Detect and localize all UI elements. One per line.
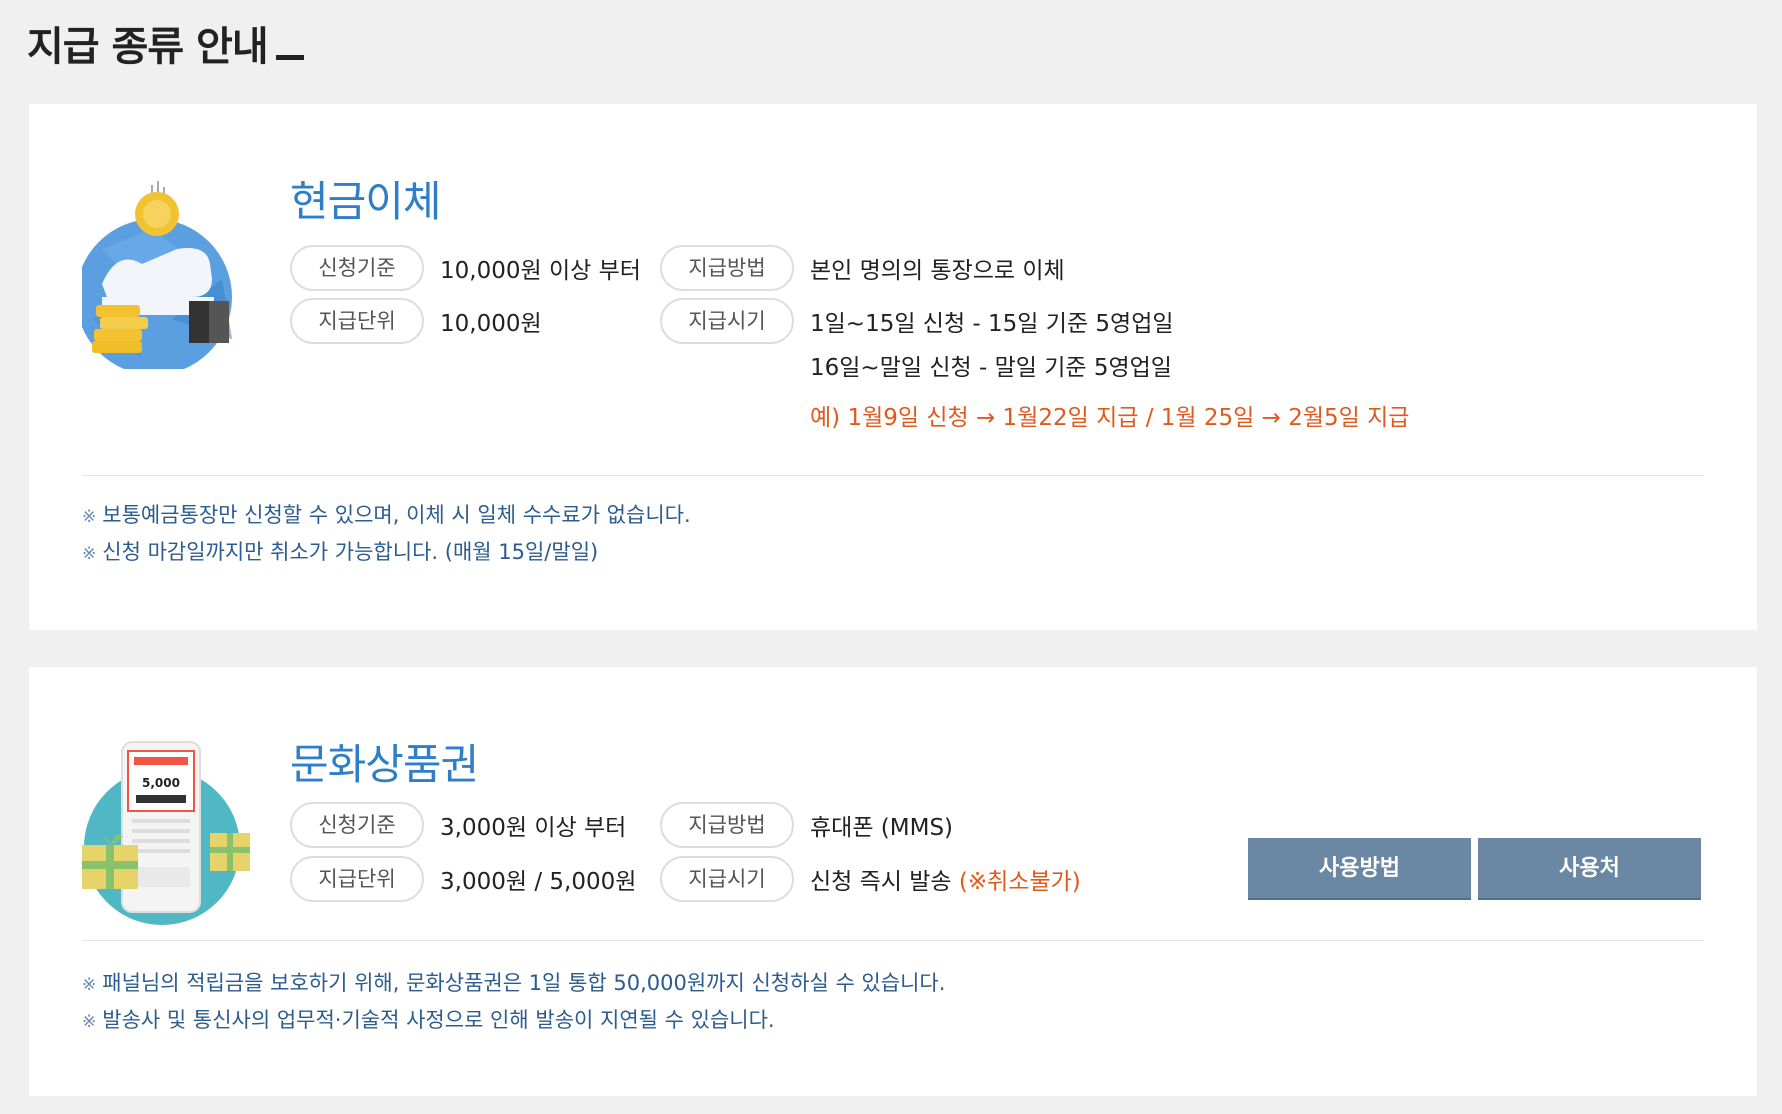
usage-places-button[interactable]: 사용처 <box>1478 838 1701 900</box>
usage-guide-button[interactable]: 사용방법 <box>1248 838 1471 900</box>
voucher-unit-row: 지급단위 3,000원 / 5,000원 <box>290 856 636 902</box>
timing-label: 지급시기 <box>660 298 794 344</box>
method-label: 지급방법 <box>660 245 794 291</box>
note-mark-icon: ※ <box>82 507 97 527</box>
unit-label: 지급단위 <box>290 856 424 902</box>
note-item: ※ 보통예금통장만 신청할 수 있으며, 이체 시 일체 수수료가 없습니다. <box>82 503 691 527</box>
note-mark-icon: ※ <box>82 1012 97 1032</box>
criteria-value: 10,000원 이상 부터 <box>440 258 641 284</box>
criteria-value: 3,000원 이상 부터 <box>440 815 627 841</box>
voucher-amount-text: 5,000 <box>142 776 180 790</box>
culture-voucher-title: 문화상품권 <box>290 740 479 789</box>
card-divider <box>82 475 1704 476</box>
gift-voucher-phone-icon: 5,000 <box>82 737 262 937</box>
card-divider <box>82 940 1704 941</box>
timing-value: 신청 즉시 발송 (※취소불가) <box>810 869 1081 895</box>
cash-notes: ※ 보통예금통장만 신청할 수 있으며, 이체 시 일체 수수료가 없습니다. ※… <box>82 497 691 571</box>
note-mark-icon: ※ <box>82 544 97 564</box>
cash-unit-row: 지급단위 10,000원 <box>290 298 542 344</box>
culture-voucher-card: 5,000 문화상품권 신청기준 3,000원 이상 부터 지급방법 휴대폰 (… <box>29 667 1757 1096</box>
cash-criteria-row: 신청기준 10,000원 이상 부터 <box>290 245 641 291</box>
cash-method-row: 지급방법 본인 명의의 통장으로 이체 <box>660 245 1065 291</box>
voucher-timing-row: 지급시기 신청 즉시 발송 (※취소불가) <box>660 856 1081 902</box>
voucher-criteria-row: 신청기준 3,000원 이상 부터 <box>290 802 626 848</box>
timing-value-1: 1일~15일 신청 - 15일 기준 5영업일 <box>810 311 1174 337</box>
criteria-label: 신청기준 <box>290 245 424 291</box>
voucher-method-row: 지급방법 휴대폰 (MMS) <box>660 802 953 848</box>
cash-transfer-card: 현금이체 신청기준 10,000원 이상 부터 지급방법 본인 명의의 통장으로… <box>29 104 1757 630</box>
cash-timing-row: 지급시기 1일~15일 신청 - 15일 기준 5영업일 <box>660 298 1174 344</box>
method-label: 지급방법 <box>660 802 794 848</box>
voucher-notes: ※ 패널님의 적립금을 보호하기 위해, 문화상품권은 1일 통합 50,000원… <box>82 965 945 1039</box>
note-item: ※ 신청 마감일까지만 취소가 가능합니다. (매월 15일/말일) <box>82 540 599 564</box>
page-title: 지급 종류 안내 <box>27 14 304 72</box>
criteria-label: 신청기준 <box>290 802 424 848</box>
method-value: 휴대폰 (MMS) <box>810 815 954 841</box>
method-value: 본인 명의의 통장으로 이체 <box>810 258 1065 284</box>
no-cancel-warning: (※취소불가) <box>958 869 1081 895</box>
cash-transfer-title: 현금이체 <box>290 177 442 226</box>
title-underscore <box>275 55 304 60</box>
cash-transfer-icon <box>76 169 262 375</box>
unit-value: 10,000원 <box>440 311 542 337</box>
note-mark-icon: ※ <box>82 975 97 995</box>
timing-label: 지급시기 <box>660 856 794 902</box>
unit-label: 지급단위 <box>290 298 424 344</box>
note-item: ※ 패널님의 적립금을 보호하기 위해, 문화상품권은 1일 통합 50,000원… <box>82 971 946 995</box>
note-item: ※ 발송사 및 통신사의 업무적·기술적 사정으로 인해 발송이 지연될 수 있습… <box>82 1008 775 1032</box>
unit-value: 3,000원 / 5,000원 <box>440 869 637 895</box>
timing-example: 예) 1월9일 신청 → 1월22일 지급 / 1월 25일 → 2월5일 지급 <box>810 405 1410 431</box>
timing-value-2: 16일~말일 신청 - 말일 기준 5영업일 <box>810 355 1172 381</box>
